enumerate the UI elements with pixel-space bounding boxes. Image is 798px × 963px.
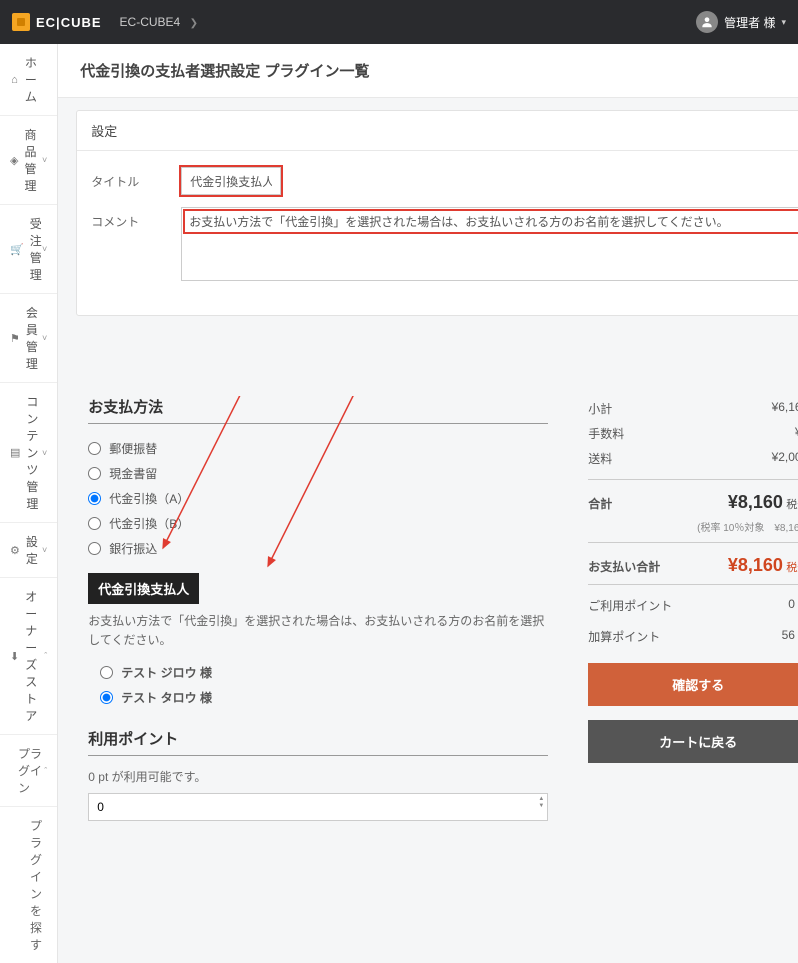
pay-method-label: 郵便振替 <box>109 440 157 457</box>
sidebar-icon: ⬇ <box>10 650 19 663</box>
use-point-title: 利用ポイント <box>88 728 548 756</box>
fee-label: 手数料 <box>588 425 624 442</box>
sidebar-item-5[interactable]: ⚙ 設定˅ <box>0 523 57 578</box>
field-title-label: タイトル <box>91 167 181 190</box>
sidebar-item-2[interactable]: 🛒 受注管理˅ <box>0 205 57 294</box>
logo-text: EC|CUBE <box>36 15 102 30</box>
sidebar-item-6[interactable]: ⬇ オーナーズストアˆ <box>0 578 57 735</box>
sidebar-label: 設定 <box>26 533 42 567</box>
pay-method-radio[interactable] <box>88 517 101 530</box>
pay-method-4[interactable]: 銀行振込 <box>88 536 548 561</box>
confirm-button[interactable]: 確認する <box>588 663 798 706</box>
chevron-right-icon: ❯ <box>190 18 198 29</box>
pay-total-val: ¥8,160 <box>728 555 783 575</box>
sidebar-sub-plugin[interactable]: プラグイン ˆ <box>0 735 57 807</box>
ship-val: ¥2,000 <box>772 450 798 467</box>
sidebar-icon: ◈ <box>10 154 18 167</box>
pay-total-label: お支払い合計 <box>588 558 660 575</box>
total-label: 合計 <box>588 495 612 512</box>
page-title: 代金引換の支払者選択設定 プラグイン一覧 <box>58 44 798 98</box>
pay-method-label: 代金引換（B） <box>109 515 189 532</box>
caret-down-icon: ▾ <box>781 17 786 28</box>
pay-method-radio[interactable] <box>88 492 101 505</box>
sidebar-item-1[interactable]: ◈ 商品管理˅ <box>0 116 57 205</box>
sidebar-label: 商品管理 <box>24 126 42 194</box>
sidebar-icon: ▤ <box>10 446 20 459</box>
chevron-icon: ˅ <box>42 448 47 458</box>
pay-method-label: 代金引換（A） <box>109 490 189 507</box>
tax-note: (税率 10％対象 ¥8,160) <box>588 519 798 534</box>
pay-method-radio[interactable] <box>88 442 101 455</box>
point-input[interactable] <box>88 793 548 821</box>
user-name: 管理者 様 <box>724 14 775 31</box>
title-input[interactable] <box>181 167 281 195</box>
subtotal-val: ¥6,160 <box>772 400 798 417</box>
sidebar-item-3[interactable]: ⚑ 会員管理˅ <box>0 294 57 383</box>
topbar: EC|CUBE EC-CUBE4 ❯ 管理者 様 ▾ <box>0 0 798 44</box>
user-menu[interactable]: 管理者 様 ▾ <box>696 11 786 33</box>
pay-method-label: 銀行振込 <box>109 540 157 557</box>
pay-method-0[interactable]: 郵便振替 <box>88 436 548 461</box>
chevron-icon: ˅ <box>42 545 47 555</box>
sidebar-label: コンテンツ管理 <box>26 393 42 512</box>
back-to-cart-button[interactable]: カートに戻る <box>588 720 798 763</box>
sidebar-icon: ⚑ <box>10 332 20 345</box>
pay-method-radio[interactable] <box>88 467 101 480</box>
pay-method-1[interactable]: 現金書留 <box>88 461 548 486</box>
chevron-icon: ˅ <box>42 244 47 254</box>
sidebar-label: 受注管理 <box>30 215 42 283</box>
pt-add-val: 56 pt <box>782 628 798 645</box>
total-val: ¥8,160 <box>728 492 783 512</box>
chevron-icon: ˆ <box>44 651 47 661</box>
user-avatar-icon <box>696 11 718 33</box>
settings-panel: 設定 ▴ タイトル コメント お支 <box>76 110 798 316</box>
sidebar-icon: ⌂ <box>10 74 19 86</box>
pt-use-label: ご利用ポイント <box>588 597 672 614</box>
pay-method-title: お支払方法 <box>88 396 548 424</box>
ship-label: 送料 <box>588 450 612 467</box>
pay-method-radio[interactable] <box>88 542 101 555</box>
comment-textarea[interactable] <box>182 235 798 277</box>
payer-label: テスト タロウ 様 <box>121 689 212 706</box>
field-comment-label: コメント <box>91 207 181 230</box>
breadcrumb[interactable]: EC-CUBE4 ❯ <box>120 15 198 29</box>
pay-method-label: 現金書留 <box>109 465 157 482</box>
payer-label: テスト ジロウ 様 <box>121 664 212 681</box>
sidebar-label: ホーム <box>25 54 47 105</box>
number-spinner[interactable]: ▲▼ <box>538 796 544 809</box>
payer-desc: お支払い方法で「代金引換」を選択された場合は、お支払いされる方のお名前を選択して… <box>88 612 548 650</box>
subtotal-label: 小計 <box>588 400 612 417</box>
chevron-up-icon: ˆ <box>44 766 47 776</box>
payer-radio[interactable] <box>100 666 113 679</box>
logo[interactable]: EC|CUBE <box>12 13 102 31</box>
point-note: 0 pt が利用可能です。 <box>88 768 548 785</box>
chevron-icon: ˅ <box>42 155 47 165</box>
payer-option-0[interactable]: テスト ジロウ 様 <box>100 660 548 685</box>
pay-method-2[interactable]: 代金引換（A） <box>88 486 548 511</box>
sidebar-label: 会員管理 <box>26 304 42 372</box>
sidebar-icon: 🛒 <box>10 243 24 256</box>
pay-method-3[interactable]: 代金引換（B） <box>88 511 548 536</box>
sidebar-item-0[interactable]: ⌂ ホーム <box>0 44 57 116</box>
sidebar-icon: ⚙ <box>10 544 20 557</box>
pt-use-val: 0 pt <box>788 597 798 614</box>
sidebar-sub-plugin-search[interactable]: プラグインを探す <box>0 807 57 963</box>
payer-title-band: 代金引換支払人 <box>88 573 199 604</box>
payer-radio[interactable] <box>100 691 113 704</box>
sidebar-item-4[interactable]: ▤ コンテンツ管理˅ <box>0 383 57 523</box>
panel-header[interactable]: 設定 ▴ <box>77 111 798 151</box>
payer-option-1[interactable]: テスト タロウ 様 <box>100 685 548 710</box>
pt-add-label: 加算ポイント <box>588 628 660 645</box>
chevron-icon: ˅ <box>42 333 47 343</box>
comment-highlight: お支払い方法で「代金引換」を選択された場合は、お支払いされる方のお名前を選択して… <box>183 209 798 234</box>
sidebar: ⌂ホーム◈商品管理˅🛒受注管理˅⚑会員管理˅▤コンテンツ管理˅⚙設定˅⬇オーナー… <box>0 44 58 963</box>
cube-icon <box>12 13 30 31</box>
sidebar-label: オーナーズストア <box>25 588 44 724</box>
